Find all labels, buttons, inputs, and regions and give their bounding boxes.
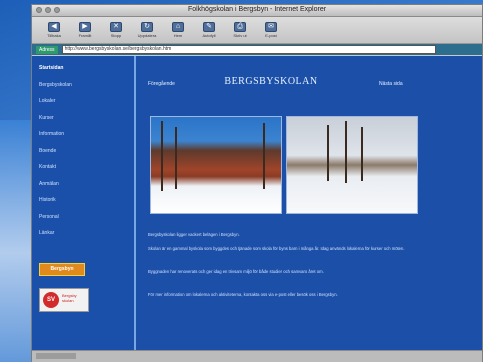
print-icon: ⎙ <box>234 22 246 32</box>
back-arrow-icon: ◀ <box>48 22 60 32</box>
sidebar-item-10[interactable]: Länkar <box>39 230 54 236</box>
toolbar-button-0[interactable]: ◀ Tillbaka <box>44 22 64 38</box>
tree-shapes-2 <box>287 117 417 213</box>
sidebar-item-9[interactable]: Personal <box>39 214 59 220</box>
status-bar <box>32 350 482 362</box>
next-link[interactable]: Nästa sida <box>379 81 403 87</box>
refresh-icon: ↻ <box>141 22 153 32</box>
toolbar-button-label: Framåt <box>78 33 92 38</box>
sidebar-item-0[interactable]: Startsidan <box>39 65 63 71</box>
toolbar-button-3[interactable]: ↻ Uppdatera <box>137 22 157 38</box>
status-segment <box>36 353 76 359</box>
sidebar-item-5[interactable]: Boende <box>39 148 56 154</box>
body-paragraph: Bergsbyskolan ligger vackert belägen i B… <box>148 232 240 237</box>
toolbar-button-label: Hem <box>173 33 183 38</box>
address-input[interactable]: http://www.bergsbyskolan.se/bergsbyskola… <box>61 45 436 54</box>
toolbar-button-label: Autofyll <box>202 33 216 38</box>
winter-photo <box>286 116 418 214</box>
sidebar-item-4[interactable]: Information <box>39 131 64 137</box>
browser-toolbar: ◀ Tillbaka ▶ Framåt ✕ Stopp ↻ Uppdatera ⌂ Hem ✎ Aut… <box>32 17 482 44</box>
body-paragraph: Skolan är en gammal byskola som byggdes … <box>148 246 405 251</box>
logo-text: Bergsby skolan <box>62 293 77 303</box>
toolbar-button-5[interactable]: ✎ Autofyll <box>199 22 219 38</box>
toolbar-button-2[interactable]: ✕ Stopp <box>106 22 126 38</box>
body-paragraph: Byggnaden har renoverats och ger idag en… <box>148 269 324 274</box>
logo-circle-icon: SV <box>43 292 59 308</box>
toolbar-button-1[interactable]: ▶ Framåt <box>75 22 95 38</box>
school-photo <box>150 116 282 214</box>
mail-icon: ✉ <box>265 22 277 32</box>
sidebar-item-2[interactable]: Lokaler <box>39 98 55 104</box>
toolbar-button-7[interactable]: ✉ E-post <box>261 22 281 38</box>
main-area: Föregående BERGSBYSKOLAN Nästa sida Berg… <box>136 56 482 350</box>
body-paragraph: För mer information om lokalerna och akt… <box>148 292 338 297</box>
home-icon: ⌂ <box>172 22 184 32</box>
sidebar-item-6[interactable]: Kontakt <box>39 164 56 170</box>
sidebar-item-7[interactable]: Anmälan <box>39 181 59 187</box>
address-bar: Adress http://www.bergsbyskolan.se/bergs… <box>32 44 482 55</box>
logo-badge[interactable]: SV Bergsby skolan <box>39 288 89 312</box>
browser-window: Folkhögskolan i Bergsbyn - Internet Expl… <box>31 4 483 362</box>
sidebar-nav: Bergsbyn SV Bergsby skolan Startsidan Ber… <box>32 56 136 350</box>
sidebar-item-3[interactable]: Kurser <box>39 115 54 121</box>
toolbar-button-6[interactable]: ⎙ Skriv ut <box>230 22 250 38</box>
page-title: BERGSBYSKOLAN <box>224 76 318 87</box>
tree-shapes <box>151 117 281 213</box>
toolbar-button-label: Uppdatera <box>137 33 157 38</box>
window-title: Folkhögskolan i Bergsbyn - Internet Expl… <box>187 6 327 13</box>
page-content: Bergsbyn SV Bergsby skolan Startsidan Ber… <box>32 56 482 350</box>
bergsbyn-badge[interactable]: Bergsbyn <box>39 263 85 276</box>
address-label: Adress <box>36 45 58 54</box>
title-bar: Folkhögskolan i Bergsbyn - Internet Expl… <box>32 5 482 17</box>
prev-link[interactable]: Föregående <box>148 81 175 87</box>
forward-arrow-icon: ▶ <box>79 22 91 32</box>
autofill-icon: ✎ <box>203 22 215 32</box>
toolbar-button-label: Skriv ut <box>233 33 247 38</box>
toolbar-button-label: Tillbaka <box>47 33 61 38</box>
toolbar-button-label: Stopp <box>110 33 122 38</box>
sidebar-item-8[interactable]: Historik <box>39 197 56 203</box>
toolbar-button-4[interactable]: ⌂ Hem <box>168 22 188 38</box>
toolbar-button-label: E-post <box>265 33 277 38</box>
sidebar-item-1[interactable]: Bergsbyskolan <box>39 82 72 88</box>
stop-icon: ✕ <box>110 22 122 32</box>
